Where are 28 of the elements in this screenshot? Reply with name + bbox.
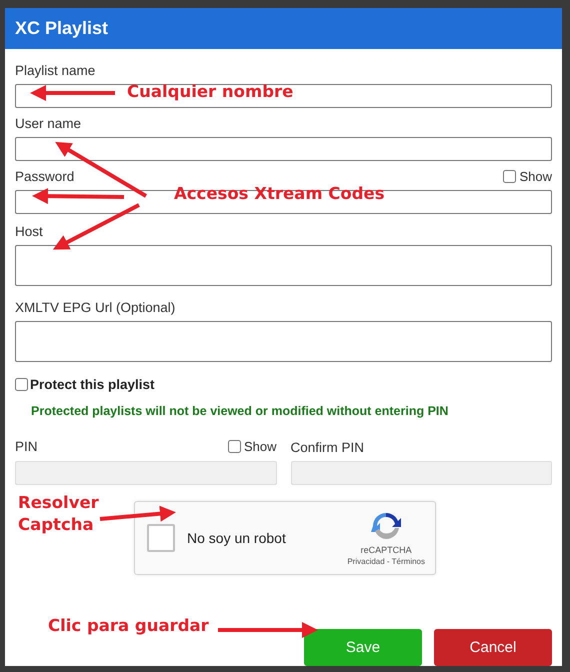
captcha-label: No soy un robot	[187, 530, 286, 546]
recaptcha-brand: reCAPTCHA	[360, 545, 412, 555]
recaptcha-logo-icon	[370, 510, 402, 542]
protect-note: Protected playlists will not be viewed or modified without entering PIN	[31, 404, 450, 418]
show-checkbox[interactable]	[503, 170, 516, 183]
field-label: User name	[15, 116, 82, 131]
protect-label: Protect this playlist	[30, 377, 155, 392]
input-field[interactable]	[15, 321, 552, 362]
captcha-checkbox[interactable]	[147, 524, 175, 552]
field-label: Playlist name	[15, 63, 96, 78]
field-label: Host	[15, 224, 43, 239]
pin-label: PIN	[15, 439, 38, 454]
privacy-terms-links[interactable]: Privacidad - Términos	[347, 557, 425, 566]
confirm-pin-label: Confirm PIN	[290, 440, 364, 455]
cancel-button[interactable]: Cancel	[434, 629, 552, 666]
annotation-text: Clic para guardar	[48, 615, 209, 637]
protect-checkbox[interactable]	[15, 378, 28, 391]
annotation-text: Cualquier nombre	[127, 81, 294, 103]
dialog-title: XC Playlist	[15, 18, 108, 39]
field-label: XMLTV EPG Url (Optional)	[15, 300, 176, 315]
input-field[interactable]	[15, 137, 552, 161]
show-label: Show	[244, 439, 276, 454]
save-button[interactable]: Save	[304, 629, 422, 666]
annotation-text: Resolver Captcha	[18, 492, 100, 536]
show-label: Show	[519, 169, 552, 184]
input-field[interactable]	[15, 245, 552, 286]
field-label: Password	[15, 169, 74, 184]
input-field[interactable]	[15, 84, 552, 108]
